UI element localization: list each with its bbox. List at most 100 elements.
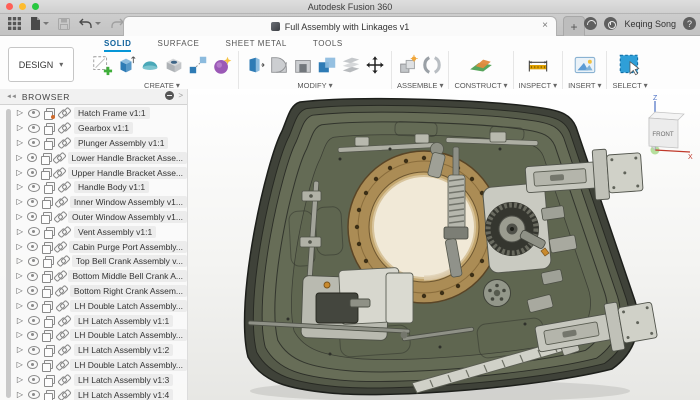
- browser-item[interactable]: ▷ Inner Window Assembly v1...: [16, 195, 187, 210]
- browser-item[interactable]: ▷ LH Double Latch Assembly...: [16, 358, 187, 373]
- browser-item[interactable]: ▷ Bottom Right Crank Assem...: [16, 284, 187, 299]
- expand-arrow-icon[interactable]: ▷: [16, 375, 24, 384]
- expand-arrow-icon[interactable]: ▷: [16, 316, 24, 325]
- visibility-eye-icon[interactable]: [28, 138, 40, 148]
- create-form-icon[interactable]: [211, 54, 233, 76]
- browser-item[interactable]: ▷ Cabin Purge Port Assembly...: [16, 239, 187, 254]
- collapse-panel-icon[interactable]: ◄◄: [6, 94, 17, 100]
- expand-arrow-icon[interactable]: ▷: [16, 109, 24, 117]
- measure-icon[interactable]: [525, 52, 551, 78]
- expand-arrow-icon[interactable]: ▷: [16, 257, 24, 265]
- expand-arrow-icon[interactable]: ▷: [16, 227, 24, 236]
- workspace-selector[interactable]: DESIGN: [8, 47, 74, 82]
- browser-item[interactable]: ▷ LH Latch Assembly v1:3: [16, 372, 187, 387]
- browser-item[interactable]: ▷ Plunger Assembly v1:1: [16, 136, 187, 151]
- expand-arrow-icon[interactable]: ▷: [16, 124, 24, 132]
- expand-arrow-icon[interactable]: ▷: [16, 168, 23, 177]
- undo-icon[interactable]: [79, 18, 101, 29]
- browser-item[interactable]: ▷ Handle Body v1:1: [16, 180, 187, 195]
- browser-item[interactable]: ▷ LH Double Latch Assembly...: [16, 328, 187, 343]
- hole-icon[interactable]: [163, 54, 185, 76]
- visibility-eye-icon[interactable]: [26, 168, 38, 178]
- expand-arrow-icon[interactable]: ▷: [16, 272, 23, 280]
- expand-arrow-icon[interactable]: ▷: [16, 360, 23, 369]
- hatch-assembly-model[interactable]: [190, 89, 700, 400]
- browser-item[interactable]: ▷ LH Latch Assembly v1:2: [16, 343, 187, 358]
- browser-item[interactable]: ▷ LH Double Latch Assembly...: [16, 298, 187, 313]
- extensions-icon[interactable]: [584, 17, 598, 30]
- visibility-eye-icon[interactable]: [28, 316, 40, 326]
- link-icon: [58, 390, 70, 400]
- visibility-eye-icon[interactable]: [26, 242, 38, 252]
- visibility-eye-icon[interactable]: [27, 301, 39, 311]
- browser-item[interactable]: ▷ Bottom Middle Bell Crank A...: [16, 269, 187, 284]
- browser-item[interactable]: ▷ Top Bell Crank Assembly v...: [16, 254, 187, 269]
- visibility-eye-icon[interactable]: [28, 182, 40, 192]
- browser-options-icon[interactable]: [165, 91, 175, 100]
- panel-flyout-icon[interactable]: >: [178, 91, 183, 100]
- visibility-eye-icon[interactable]: [27, 256, 40, 266]
- expand-arrow-icon[interactable]: ▷: [16, 183, 24, 191]
- construct-plane-icon[interactable]: [468, 52, 494, 78]
- expand-arrow-icon[interactable]: ▷: [16, 212, 23, 221]
- data-panel-grid-icon[interactable]: [8, 17, 21, 30]
- offset-face-icon[interactable]: [340, 54, 362, 76]
- viewcube[interactable]: Z X FRONT: [632, 93, 694, 161]
- derive-icon[interactable]: [187, 54, 209, 76]
- visibility-eye-icon[interactable]: [28, 227, 40, 237]
- expand-arrow-icon[interactable]: ▷: [16, 286, 23, 295]
- new-tab-button[interactable]: +: [563, 16, 585, 36]
- move-icon[interactable]: [364, 54, 386, 76]
- browser-item[interactable]: ▷ LH Latch Assembly v1:1: [16, 313, 187, 328]
- file-menu-icon[interactable]: [30, 17, 49, 30]
- job-status-icon[interactable]: [604, 17, 618, 30]
- browser-item[interactable]: ▷ LH Latch Assembly v1:4: [16, 387, 187, 400]
- browser-scrollbar[interactable]: [6, 109, 11, 398]
- expand-arrow-icon[interactable]: ▷: [16, 198, 23, 206]
- visibility-eye-icon[interactable]: [27, 286, 39, 296]
- create-sketch-icon[interactable]: [91, 54, 113, 76]
- new-component-icon[interactable]: [397, 54, 419, 76]
- expand-arrow-icon[interactable]: ▷: [16, 301, 23, 310]
- expand-arrow-icon[interactable]: ▷: [16, 390, 24, 399]
- browser-item[interactable]: ▷ Lower Handle Bracket Asse...: [16, 150, 187, 165]
- insert-image-icon[interactable]: [572, 52, 598, 78]
- visibility-eye-icon[interactable]: [28, 390, 40, 400]
- browser-item[interactable]: ▷ Upper Handle Bracket Asse...: [16, 165, 187, 180]
- combine-icon[interactable]: [316, 54, 338, 76]
- viewcube-front-face[interactable]: FRONT: [652, 131, 674, 138]
- visibility-eye-icon[interactable]: [28, 345, 40, 355]
- fillet-icon[interactable]: [268, 54, 290, 76]
- expand-arrow-icon[interactable]: ▷: [16, 242, 23, 251]
- select-icon[interactable]: [617, 52, 643, 78]
- revolve-icon[interactable]: [139, 54, 161, 76]
- visibility-eye-icon[interactable]: [28, 375, 40, 385]
- extrude-icon[interactable]: [115, 54, 137, 76]
- user-account-name[interactable]: Keqing Song: [624, 19, 676, 29]
- browser-item[interactable]: ▷ Gearbox v1:1: [16, 121, 187, 136]
- press-pull-icon[interactable]: [244, 54, 266, 76]
- link-icon: [54, 242, 64, 252]
- visibility-eye-icon[interactable]: [28, 108, 40, 118]
- link-icon: [55, 197, 66, 207]
- visibility-eye-icon[interactable]: [27, 330, 39, 340]
- expand-arrow-icon[interactable]: ▷: [16, 346, 24, 354]
- browser-item[interactable]: ▷ Outer Window Assembly v1...: [16, 210, 187, 225]
- document-tab[interactable]: Full Assembly with Linkages v1 ×: [123, 16, 557, 36]
- expand-arrow-icon[interactable]: ▷: [16, 331, 23, 339]
- visibility-eye-icon[interactable]: [28, 123, 40, 133]
- visibility-eye-icon[interactable]: [26, 271, 38, 281]
- browser-item[interactable]: ▷ Vent Assembly v1:1: [16, 224, 187, 239]
- save-icon[interactable]: [58, 17, 70, 30]
- browser-item[interactable]: ▷ Hatch Frame v1:1: [16, 106, 187, 121]
- expand-arrow-icon[interactable]: ▷: [16, 153, 23, 162]
- visibility-eye-icon[interactable]: [27, 197, 39, 207]
- visibility-eye-icon[interactable]: [26, 153, 38, 163]
- close-tab-icon[interactable]: ×: [542, 20, 548, 31]
- shell-icon[interactable]: [292, 54, 314, 76]
- visibility-eye-icon[interactable]: [26, 212, 38, 222]
- help-icon[interactable]: ?: [683, 17, 696, 30]
- visibility-eye-icon[interactable]: [27, 360, 39, 370]
- expand-arrow-icon[interactable]: ▷: [16, 138, 24, 147]
- joint-icon[interactable]: [421, 54, 443, 76]
